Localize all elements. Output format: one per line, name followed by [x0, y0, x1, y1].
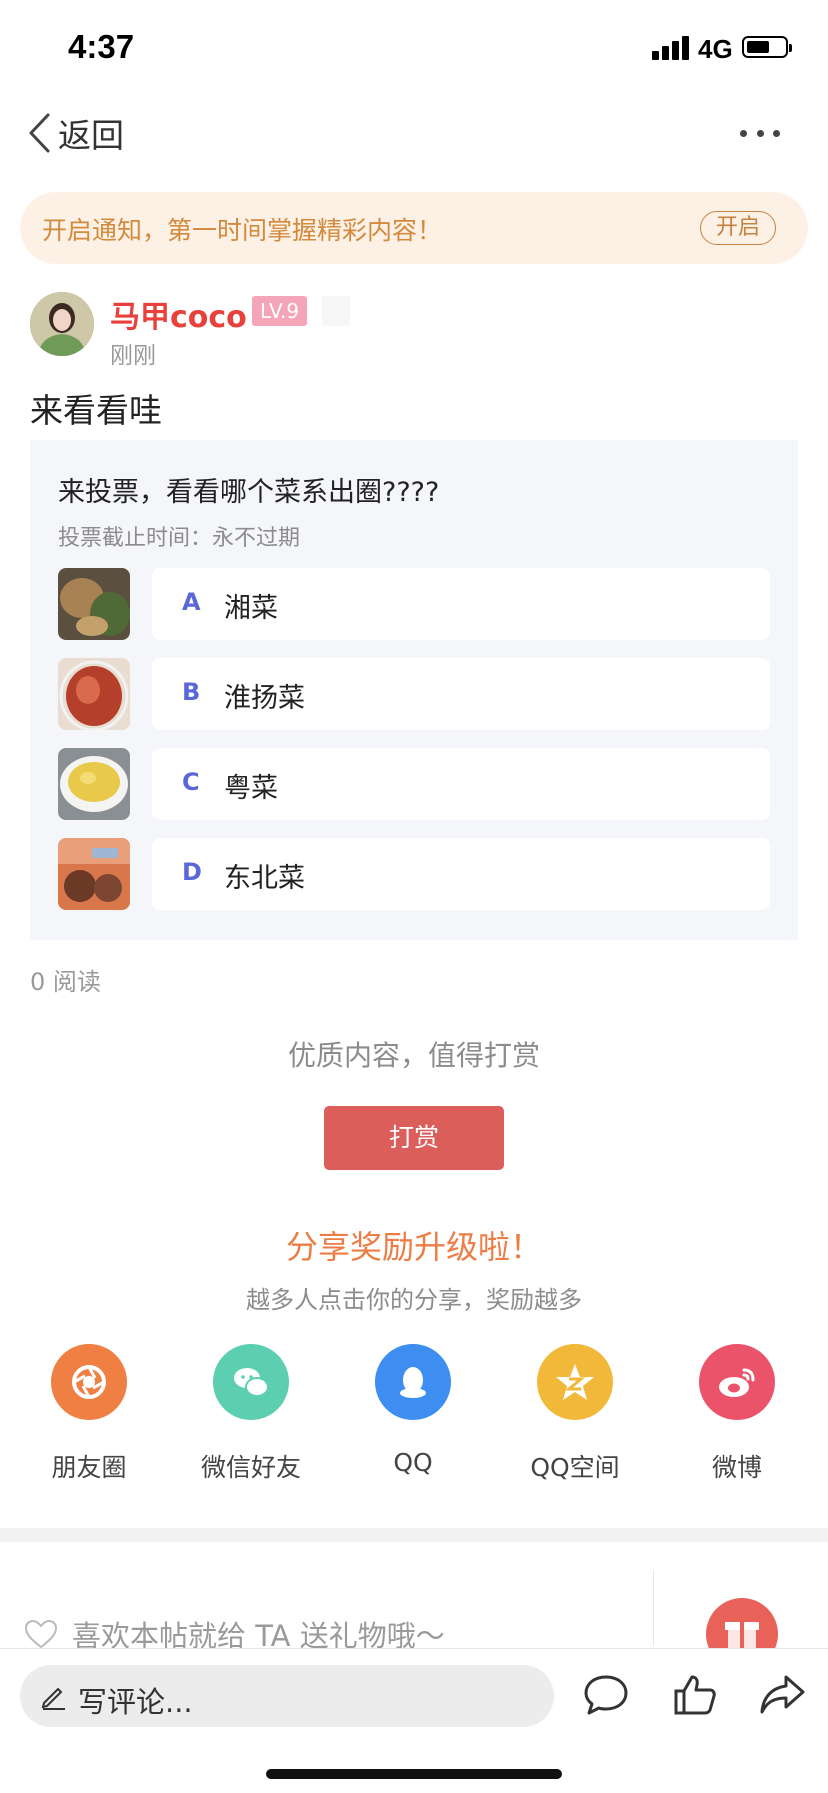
vote-option-row: C 粤菜 — [58, 748, 770, 820]
chevron-left-icon — [29, 113, 50, 153]
qq-icon — [375, 1344, 451, 1420]
badge-placeholder — [322, 296, 350, 326]
pencil-icon — [41, 1687, 65, 1710]
author-name[interactable]: 马甲coco — [110, 292, 247, 336]
comment-input[interactable]: 写评论... — [20, 1665, 554, 1727]
food-image — [58, 748, 130, 820]
post-time: 刚刚 — [110, 343, 156, 369]
avatar[interactable] — [30, 292, 94, 356]
more-dot-icon — [773, 129, 780, 137]
status-time: 4:37 — [68, 28, 135, 65]
comment-placeholder: 写评论... — [78, 1685, 193, 1719]
heart-icon — [24, 1619, 58, 1649]
vote-option[interactable]: C 粤菜 — [152, 748, 770, 820]
share-label: 微博 — [711, 1453, 762, 1482]
reward-button[interactable]: 打赏 — [324, 1106, 504, 1170]
qzone-icon — [537, 1344, 613, 1420]
vote-card: 来投票，看看哪个菜系出圈???? 投票截止时间：永不过期 A 湘菜 B 淮扬菜 … — [30, 440, 798, 940]
signal-icon — [652, 36, 690, 60]
vote-option-row: A 湘菜 — [58, 568, 770, 640]
home-indicator — [266, 1769, 562, 1779]
more-button[interactable] — [740, 118, 780, 148]
wechat-icon — [213, 1344, 289, 1420]
network-type: 4G — [698, 34, 733, 64]
option-letter: B — [182, 678, 201, 706]
share-subtitle: 越多人点击你的分享，奖励越多 — [246, 1286, 582, 1314]
share-weibo-button[interactable]: 微博 — [662, 1344, 812, 1484]
share-wechat-button[interactable]: 微信好友 — [176, 1344, 326, 1484]
bottom-bar: 写评论... — [0, 1648, 828, 1793]
share-moments-button[interactable]: 朋友圈 — [14, 1344, 164, 1484]
post-text: 来看看哇 — [30, 391, 162, 430]
read-count: 0 阅读 — [30, 968, 101, 996]
option-label: 粤菜 — [224, 773, 278, 804]
battery-icon — [742, 36, 792, 58]
share-qq-button[interactable]: QQ — [338, 1344, 488, 1484]
weibo-icon — [699, 1344, 775, 1420]
vote-option-row: D 东北菜 — [58, 838, 770, 910]
option-label: 湘菜 — [224, 593, 278, 624]
vote-option-row: B 淮扬菜 — [58, 658, 770, 730]
vote-deadline: 投票截止时间：永不过期 — [58, 526, 301, 551]
section-divider — [0, 1528, 828, 1542]
share-title: 分享奖励升级啦！ — [285, 1228, 542, 1266]
option-letter: C — [182, 768, 200, 796]
food-image — [58, 658, 130, 730]
food-image — [58, 568, 130, 640]
share-label: 朋友圈 — [51, 1453, 127, 1482]
vote-option[interactable]: B 淮扬菜 — [152, 658, 770, 730]
option-label: 淮扬菜 — [224, 683, 305, 714]
level-badge: LV.9 — [252, 296, 308, 326]
back-button[interactable]: 返回 — [26, 108, 124, 158]
more-dot-icon — [740, 129, 747, 137]
share-icon[interactable] — [758, 1671, 806, 1719]
share-qzone-button[interactable]: QQ空间 — [500, 1344, 650, 1484]
vertical-divider — [653, 1570, 654, 1646]
option-label: 东北菜 — [224, 863, 305, 894]
vote-option[interactable]: A 湘菜 — [152, 568, 770, 640]
enable-notification-button[interactable]: 开启 — [700, 211, 776, 245]
reward-subtitle: 优质内容，值得打赏 — [287, 1039, 540, 1072]
share-label: QQ — [393, 1448, 433, 1477]
notification-banner: 开启通知，第一时间掌握精彩内容！ 开启 — [20, 192, 808, 264]
more-dot-icon — [756, 129, 764, 137]
vote-title: 来投票，看看哪个菜系出圈???? — [58, 477, 440, 508]
option-letter: A — [182, 588, 201, 616]
vote-option[interactable]: D 东北菜 — [152, 838, 770, 910]
food-image — [58, 838, 130, 910]
share-label: 微信好友 — [200, 1453, 301, 1482]
moments-icon — [51, 1344, 127, 1420]
comment-icon[interactable] — [582, 1671, 630, 1719]
back-label: 返回 — [58, 116, 124, 155]
like-icon[interactable] — [670, 1671, 718, 1719]
share-label: QQ空间 — [530, 1453, 620, 1482]
notification-text: 开启通知，第一时间掌握精彩内容！ — [42, 216, 443, 245]
option-letter: D — [182, 858, 202, 886]
